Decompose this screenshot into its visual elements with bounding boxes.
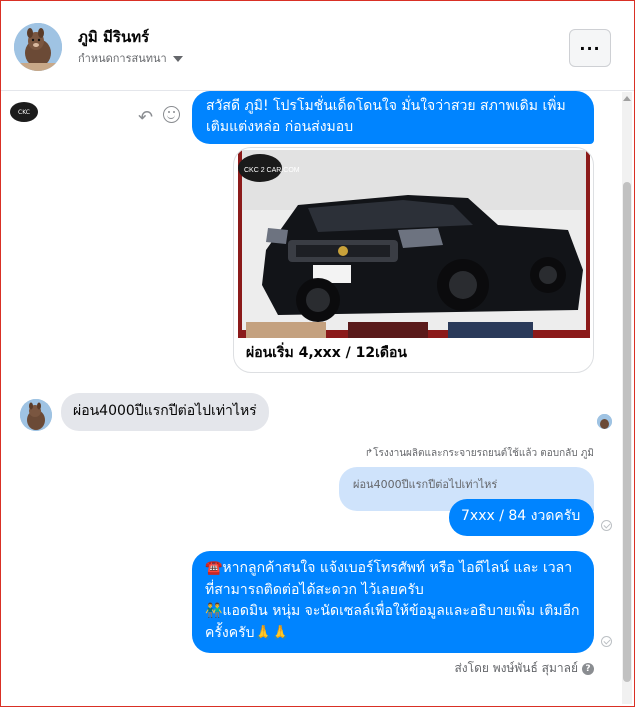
more-icon: ···: [579, 38, 601, 58]
page-logo: CKC: [10, 102, 38, 122]
sent-by-text: ส่งโดย พงษ์พันธ์ สุมาลย์: [454, 661, 578, 675]
truck-image[interactable]: CKC 2 CAR.COM: [238, 150, 590, 338]
conversation-settings-dropdown[interactable]: กำหนดการสนทนา: [78, 49, 183, 67]
quoted-message-text: ผ่อน4000ปีแรกปีต่อไปเท่าไหร่: [353, 478, 498, 491]
customer-avatar[interactable]: [20, 399, 52, 431]
seen-check-icon: [601, 520, 612, 531]
card-caption: ผ่อนเริ่ม 4,xxx / 12เดือน: [246, 345, 407, 361]
contact-name[interactable]: ภูมิ มีรินทร์: [78, 25, 149, 49]
read-receipt-avatar: [597, 414, 612, 429]
customer-question-text: ผ่อน4000ปีแรกปีต่อไปเท่าไหร่: [73, 403, 257, 419]
conversation-header: ภูมิ มีรินทร์ กำหนดการสนทนา ···: [1, 1, 634, 91]
promo-image-card[interactable]: CKC 2 CAR.COM ผ่อนเริ่ม 4,xxx / 12เดือน: [233, 147, 594, 373]
sent-by-note: ส่งโดย พงษ์พันธ์ สุมาลย์ ?: [454, 659, 594, 678]
seen-check-icon: [601, 636, 612, 647]
reply-answer-bubble: 7xxx / 84 งวดครับ: [449, 499, 594, 536]
card-image-watermark: CKC 2 CAR.COM: [244, 167, 300, 174]
info-icon[interactable]: ?: [582, 662, 594, 675]
customer-question-bubble: ผ่อน4000ปีแรกปีต่อไปเท่าไหร่: [61, 393, 269, 431]
contact-info-message-bubble: ☎️หากลูกค้าสนใจ แจ้งเบอร์โทรศัพท์ หรือ ไ…: [192, 551, 594, 653]
reply-answer-text: 7xxx / 84 งวดครับ: [461, 508, 581, 524]
more-button[interactable]: ···: [569, 29, 611, 67]
promo-message-bubble: สวัสดี ภูมิ! โปรโมชั่นเด็ดโดนใจ มั่นใจว่…: [192, 91, 594, 144]
scroll-up-arrow-icon[interactable]: [623, 96, 631, 101]
message-scrollbar[interactable]: [622, 92, 632, 704]
conversation-settings-label: กำหนดการสนทนา: [78, 52, 167, 65]
contact-info-line-2: 👬แอดมิน หนุ่ม จะนัดเซลล์เพื่อให้ข้อมูลแล…: [205, 603, 580, 641]
scroll-thumb[interactable]: [623, 182, 631, 682]
promo-message-text: สวัสดี ภูมิ! โปรโมชั่นเด็ดโดนใจ มั่นใจว่…: [206, 98, 566, 135]
contact-info-line-1: ☎️หากลูกค้าสนใจ แจ้งเบอร์โทรศัพท์ หรือ ไ…: [205, 560, 573, 598]
caret-down-icon: [172, 55, 183, 62]
reply-icon[interactable]: ↶: [138, 107, 153, 128]
contact-avatar[interactable]: [14, 23, 62, 71]
emoji-icon[interactable]: [163, 106, 180, 123]
reply-note: ↱โรงงานผลิตและกระจายรถยนต์ใช้แล้ว ตอบกลั…: [364, 448, 594, 459]
